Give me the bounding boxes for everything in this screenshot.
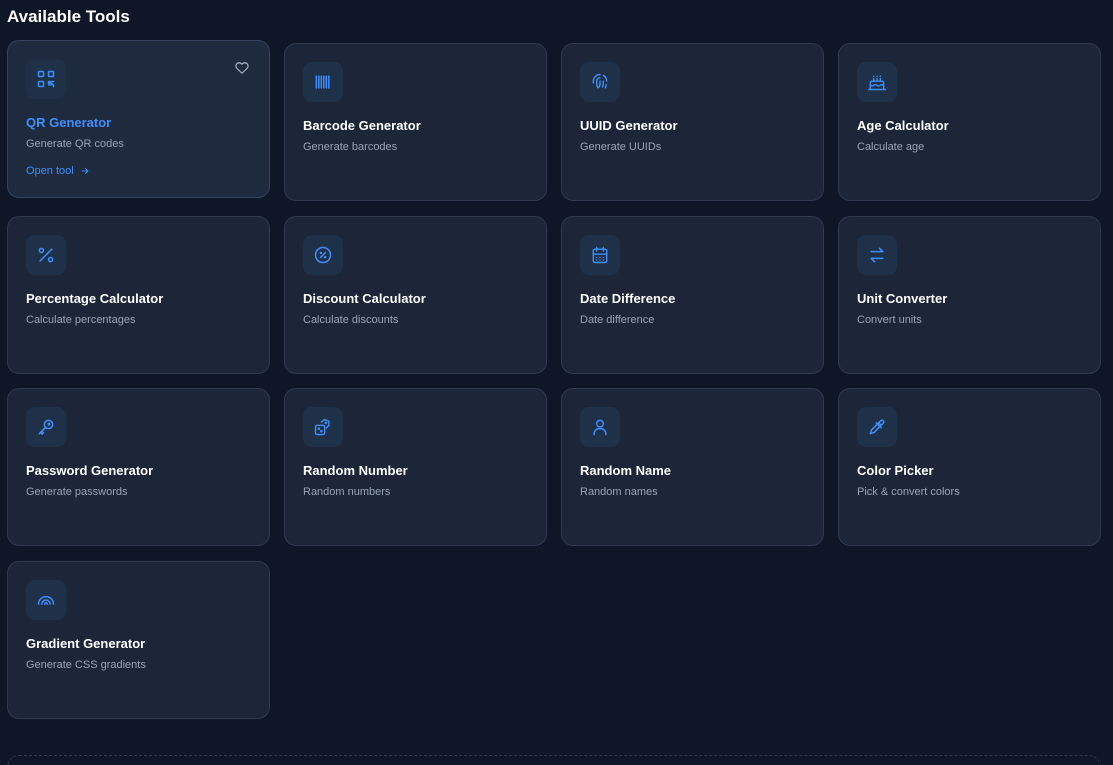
tools-page: Available Tools QR Generator Generate QR… xyxy=(0,0,1113,765)
tool-description: Generate CSS gradients xyxy=(26,659,146,671)
tool-description: Calculate percentages xyxy=(26,314,136,326)
tool-card-random-number[interactable]: Random Number Random numbers xyxy=(284,388,547,546)
key-icon xyxy=(26,407,66,447)
discount-icon xyxy=(303,235,343,275)
tool-card-qr-generator[interactable]: QR Generator Generate QR codes Open tool xyxy=(7,40,270,198)
tool-card-date-difference[interactable]: Date Difference Date difference xyxy=(561,216,824,374)
tool-card-uuid-generator[interactable]: UUID Generator Generate UUIDs xyxy=(561,43,824,201)
tool-description: Pick & convert colors xyxy=(857,486,960,498)
tool-title: Age Calculator xyxy=(857,118,949,133)
tool-card-gradient-generator[interactable]: Gradient Generator Generate CSS gradient… xyxy=(7,561,270,719)
percent-icon xyxy=(26,235,66,275)
open-tool-link[interactable]: Open tool xyxy=(26,164,90,178)
tool-title: UUID Generator xyxy=(580,118,678,133)
user-icon xyxy=(580,407,620,447)
qr-code-icon xyxy=(26,59,66,99)
tool-description: Generate QR codes xyxy=(26,138,124,150)
tool-card-password-generator[interactable]: Password Generator Generate passwords xyxy=(7,388,270,546)
tool-description: Generate passwords xyxy=(26,486,128,498)
tool-title: Random Name xyxy=(580,463,672,478)
favorite-heart-icon[interactable] xyxy=(235,61,249,75)
cake-icon xyxy=(857,62,897,102)
tool-card-discount-calculator[interactable]: Discount Calculator Calculate discounts xyxy=(284,216,547,374)
tool-title: Date Difference xyxy=(580,291,676,306)
tool-description: Convert units xyxy=(857,314,922,326)
dashed-panel xyxy=(7,755,1101,765)
section-title: Available Tools xyxy=(7,7,130,26)
tool-title: Random Number xyxy=(303,463,408,478)
calendar-icon xyxy=(580,235,620,275)
dice-icon xyxy=(303,407,343,447)
arrows-exchange-icon xyxy=(857,235,897,275)
rainbow-icon xyxy=(26,580,66,620)
tool-card-barcode-generator[interactable]: Barcode Generator Generate barcodes xyxy=(284,43,547,201)
fingerprint-icon xyxy=(580,62,620,102)
tool-title: QR Generator xyxy=(26,115,112,130)
tool-title: Barcode Generator xyxy=(303,118,421,133)
arrow-right-icon xyxy=(81,168,89,174)
barcode-icon xyxy=(303,62,343,102)
tool-title: Password Generator xyxy=(26,463,154,478)
tool-card-age-calculator[interactable]: Age Calculator Calculate age xyxy=(838,43,1101,201)
tool-description: Generate barcodes xyxy=(303,141,398,153)
open-tool-label: Open tool xyxy=(26,165,74,177)
tool-description: Date difference xyxy=(580,314,655,326)
tool-card-random-name[interactable]: Random Name Random names xyxy=(561,388,824,546)
tool-description: Generate UUIDs xyxy=(580,141,662,153)
tool-title: Unit Converter xyxy=(857,291,948,306)
tool-description: Calculate discounts xyxy=(303,314,399,326)
tool-title: Color Picker xyxy=(857,463,934,478)
tool-card-unit-converter[interactable]: Unit Converter Convert units xyxy=(838,216,1101,374)
tool-title: Gradient Generator xyxy=(26,636,146,651)
tool-description: Random names xyxy=(580,486,658,498)
tool-description: Calculate age xyxy=(857,141,925,153)
tool-title: Discount Calculator xyxy=(303,291,426,306)
tool-card-percentage-calculator[interactable]: Percentage Calculator Calculate percenta… xyxy=(7,216,270,374)
eyedropper-icon xyxy=(857,407,897,447)
tool-description: Random numbers xyxy=(303,486,391,498)
tool-card-color-picker[interactable]: Color Picker Pick & convert colors xyxy=(838,388,1101,546)
tool-title: Percentage Calculator xyxy=(26,291,164,306)
